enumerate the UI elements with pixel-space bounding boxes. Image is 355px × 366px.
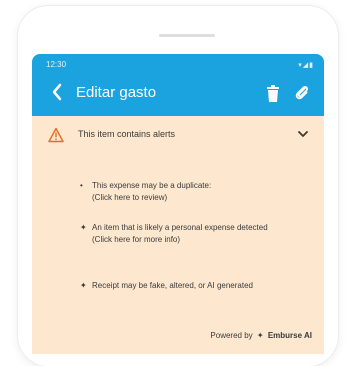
app-screen: 12:30 ▾◢▮ Editar gasto This item contain… xyxy=(32,54,324,354)
status-time: 12:30 xyxy=(46,60,67,69)
chevron-left-icon xyxy=(52,83,62,101)
bullet-icon: • xyxy=(80,181,83,190)
alert-item-fake-receipt: ✦ Receipt may be fake, altered, or AI ge… xyxy=(80,280,280,292)
sparkle-icon: ✦ xyxy=(80,281,87,290)
alert-header[interactable]: This item contains alerts xyxy=(32,116,324,156)
powered-brand: Emburse AI xyxy=(267,331,312,340)
alert-title: This item contains alerts xyxy=(78,129,176,139)
attach-button[interactable] xyxy=(294,84,310,102)
page-title: Editar gasto xyxy=(76,84,157,101)
powered-prefix: Powered by xyxy=(210,331,253,340)
alert-item-duplicate: • This expense may be a duplicate: (Clic… xyxy=(80,180,280,204)
back-button[interactable] xyxy=(50,82,64,102)
status-bar: 12:30 ▾◢▮ xyxy=(32,60,324,74)
delete-button[interactable] xyxy=(266,85,280,103)
alert-link[interactable]: (Click here to review) xyxy=(92,192,280,204)
sparkle-icon: ✦ xyxy=(80,223,87,232)
chevron-down-icon[interactable] xyxy=(298,130,308,138)
alert-text: An item that is likely a personal expens… xyxy=(92,223,268,232)
status-icons: ▾◢▮ xyxy=(298,62,314,69)
alert-panel: This item contains alerts • This expense… xyxy=(32,116,324,354)
powered-by: Powered by ✦ Emburse AI xyxy=(210,331,312,340)
phone-frame: 12:30 ▾◢▮ Editar gasto This item contain… xyxy=(18,6,338,366)
alert-item-personal-expense: ✦ An item that is likely a personal expe… xyxy=(80,222,280,246)
emburse-ai-icon: ✦ xyxy=(256,331,264,340)
trash-icon xyxy=(267,85,279,102)
paperclip-icon xyxy=(295,85,309,100)
warning-icon xyxy=(48,127,64,143)
alert-link[interactable]: (Click here for more info) xyxy=(92,234,280,246)
alert-text: This expense may be a duplicate: xyxy=(92,181,212,190)
phone-speaker xyxy=(159,34,215,37)
app-bar: 12:30 ▾◢▮ Editar gasto xyxy=(32,54,324,116)
alert-text: Receipt may be fake, altered, or AI gene… xyxy=(92,281,253,290)
